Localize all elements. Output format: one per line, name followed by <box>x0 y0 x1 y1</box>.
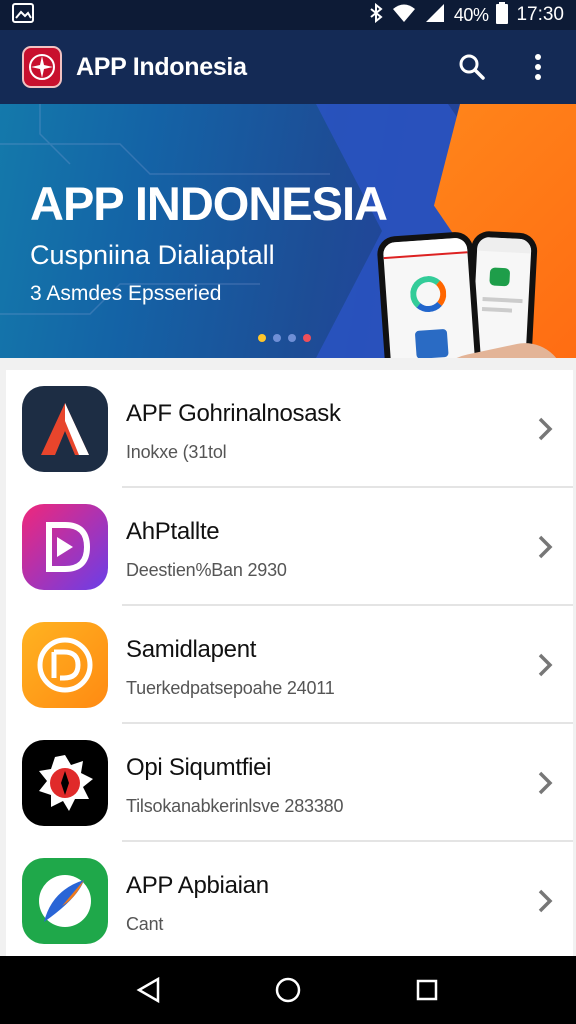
list-item[interactable]: AhPtallte Deestien%Ban 2930 <box>6 488 573 606</box>
battery-percent: 40% <box>453 4 489 25</box>
chevron-right-icon <box>538 653 553 677</box>
status-bar: 40% 17:30 <box>0 0 576 30</box>
promo-banner[interactable]: APP INDONESIA Cuspniina Dialiaptall 3 As… <box>0 104 576 358</box>
app-meta: Cant <box>126 914 164 934</box>
logo-icon <box>22 46 62 88</box>
home-icon[interactable] <box>268 970 308 1010</box>
app-title: APP Indonesia <box>76 52 247 81</box>
chevron-right-icon <box>538 771 553 795</box>
compass-badge-icon <box>22 740 108 826</box>
wifi-icon <box>392 3 416 28</box>
pagination-dot[interactable] <box>273 334 281 342</box>
bluetooth-icon <box>368 2 384 28</box>
recents-icon[interactable] <box>407 970 447 1010</box>
chevron-right-icon <box>538 535 553 559</box>
back-icon[interactable] <box>129 970 169 1010</box>
list-item[interactable]: APF Gohrinalnosask Inokxe (31tol <box>6 370 573 488</box>
banner-subtitle: Cuspniina Dialiaptall <box>30 240 275 270</box>
banner-pattern <box>0 104 330 315</box>
signal-icon <box>424 3 446 28</box>
battery-icon <box>496 1 509 29</box>
chevron-right-icon <box>538 417 553 441</box>
app-name: APF Gohrinalnosask <box>126 400 341 427</box>
chevron-right-icon <box>538 889 553 913</box>
more-vert-icon[interactable] <box>518 47 558 87</box>
banner-title: APP INDONESIA <box>30 177 388 230</box>
banner-pagination <box>258 334 311 342</box>
list-item[interactable]: Samidlapent Tuerkedpatsepoahe 24011 <box>6 606 573 724</box>
pagination-dot[interactable] <box>303 334 311 342</box>
pagination-dot[interactable] <box>258 334 266 342</box>
a-letter-icon <box>22 386 108 472</box>
leaf-compass-icon <box>22 858 108 944</box>
pagination-dot[interactable] <box>288 334 296 342</box>
app-name: Samidlapent <box>126 636 257 663</box>
app-bar: APP Indonesia <box>0 30 576 104</box>
gallery-notification-icon <box>12 2 34 28</box>
app-meta: Tuerkedpatsepoahe 24011 <box>126 678 335 698</box>
banner-caption: 3 Asmdes Epsseried <box>30 282 222 305</box>
search-icon[interactable] <box>452 47 492 87</box>
app-meta: Deestien%Ban 2930 <box>126 560 287 580</box>
d-play-icon <box>22 504 108 590</box>
list-item[interactable]: Opi Siqumtfiei Tilsokanabkerinlsve 28338… <box>6 724 573 842</box>
phone-illustration-front <box>376 230 484 358</box>
system-nav-bar <box>0 956 576 1024</box>
dp-badge-icon <box>22 622 108 708</box>
app-name: APP Apbiaian <box>126 872 269 899</box>
app-name: Opi Siqumtfiei <box>126 754 272 781</box>
app-list: APF Gohrinalnosask Inokxe (31tol AhPtall… <box>6 370 573 956</box>
clock: 17:30 <box>516 4 564 25</box>
app-meta: Tilsokanabkerinlsve 283380 <box>126 796 344 816</box>
app-meta: Inokxe (31tol <box>126 442 227 462</box>
list-item[interactable]: APP Apbiaian Cant <box>6 842 573 956</box>
app-name: AhPtallte <box>126 518 220 545</box>
